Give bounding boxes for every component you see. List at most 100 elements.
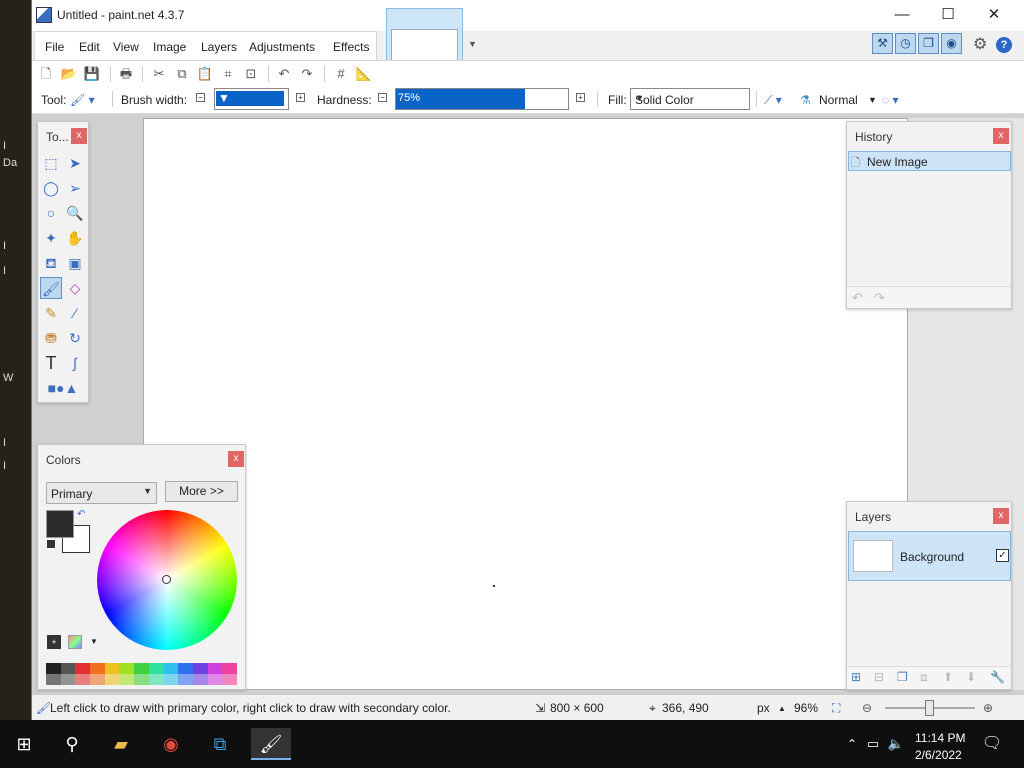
paintbrush-tool-icon[interactable]: 🖌 (40, 277, 62, 299)
palette-swatch[interactable] (104, 674, 120, 685)
palette-swatch[interactable] (178, 663, 193, 674)
primary-color-swatch[interactable] (46, 510, 74, 538)
paint-bucket-icon[interactable]: ⛾ (40, 252, 62, 274)
file-explorer-icon[interactable]: ▰ (105, 728, 137, 760)
chevron-down-icon[interactable]: ▼ (468, 39, 477, 49)
chevron-down-icon[interactable]: ▼ (635, 93, 745, 103)
palette-menu-icon[interactable] (68, 635, 82, 649)
palette-swatch[interactable] (192, 674, 208, 685)
gear-icon[interactable]: ⚙ (973, 34, 987, 54)
zoom-value[interactable]: 96% (794, 701, 818, 715)
chevron-down-icon[interactable]: ▼ (143, 486, 152, 496)
colors-toggle-icon[interactable]: ◉ (941, 33, 962, 54)
chevron-down-icon[interactable]: ▼ (216, 91, 284, 106)
clock-date[interactable]: 2/6/2022 (915, 748, 962, 762)
palette-swatch[interactable] (46, 674, 61, 685)
chrome-icon[interactable]: ◉ (155, 728, 187, 760)
delete-layer-icon[interactable]: ⊟ (874, 670, 884, 684)
history-toggle-icon[interactable]: ◷ (895, 33, 916, 54)
windows-start-icon[interactable]: ⊞ (8, 728, 40, 760)
palette-swatch[interactable] (148, 674, 164, 685)
menu-view[interactable]: View (113, 40, 139, 54)
line-curve-icon[interactable]: ∫ (64, 352, 86, 374)
move-layer-up-icon[interactable]: ⬆ (943, 670, 953, 684)
palette-swatch[interactable] (119, 674, 135, 685)
paste-icon[interactable]: 📋 (196, 65, 214, 83)
color-picker-icon[interactable]: ⁄ (64, 302, 86, 324)
paintnet-taskbar-icon[interactable]: 🖌 (251, 728, 291, 760)
ellipse-select-icon[interactable]: ○ (40, 202, 62, 224)
add-to-palette-icon[interactable]: + (47, 635, 61, 649)
history-item[interactable]: 🗋 New Image (848, 151, 1011, 171)
menu-layers[interactable]: Layers (201, 40, 237, 54)
reset-colors-icon[interactable] (46, 539, 56, 549)
tools-toggle-icon[interactable]: ⚒ (872, 33, 893, 54)
virtualbox-icon[interactable]: ⧉ (204, 728, 236, 760)
zoom-slider-thumb[interactable] (925, 700, 934, 716)
menu-adjustments[interactable]: Adjustments (249, 40, 315, 54)
ruler-icon[interactable]: 📐 (355, 65, 373, 83)
grid-icon[interactable]: # (332, 65, 350, 83)
palette-swatch[interactable] (134, 663, 149, 674)
selection-mode-icon[interactable]: ◌ ▾ (882, 93, 899, 107)
cut-icon[interactable]: ✂ (150, 65, 168, 83)
palette-swatch[interactable] (207, 663, 223, 674)
chevron-down-icon[interactable]: ▼ (868, 95, 877, 105)
palette-swatch[interactable] (222, 663, 237, 674)
rectangle-select-icon[interactable]: ⬚ (40, 152, 62, 174)
palette-swatch[interactable] (222, 674, 237, 685)
eraser-icon[interactable]: ◇ (64, 277, 86, 299)
palette-swatch[interactable] (60, 663, 76, 674)
open-icon[interactable]: 📂 (60, 65, 78, 83)
zoom-slider[interactable] (885, 700, 975, 716)
magic-wand-icon[interactable]: ✦ (40, 227, 62, 249)
zoom-in-icon[interactable]: ⊕ (983, 701, 993, 715)
palette-swatch[interactable] (104, 663, 120, 674)
blend-mode-icon[interactable]: ⚗ (800, 93, 811, 107)
palette-swatch[interactable] (192, 663, 208, 674)
palette-swatch[interactable] (148, 663, 164, 674)
palette-swatch[interactable] (90, 663, 105, 674)
palette-swatch[interactable] (75, 674, 91, 685)
gradient-icon[interactable]: ▣ (64, 252, 86, 274)
units-value[interactable]: px (757, 701, 770, 715)
palette-swatch[interactable] (163, 663, 179, 674)
brush-width-increase[interactable]: + (296, 93, 305, 102)
color-mode-combo[interactable]: Primary ▼ (46, 482, 157, 504)
brush-width-decrease[interactable]: − (196, 93, 205, 102)
print-icon[interactable]: 🖶 (117, 65, 135, 83)
hardness-increase[interactable]: + (576, 93, 585, 102)
zoom-icon[interactable]: 🔍 (64, 202, 86, 224)
palette-swatch[interactable] (134, 674, 149, 685)
volume-muted-icon[interactable]: 🔈 (880, 728, 912, 760)
search-icon[interactable]: ⚲ (56, 728, 88, 760)
menu-effects[interactable]: Effects (333, 40, 369, 54)
redo-icon[interactable]: ↷ (298, 65, 316, 83)
palette-swatch[interactable] (90, 674, 105, 685)
color-palette[interactable] (46, 663, 238, 685)
paintbrush-icon[interactable]: 🖌 ▾ (70, 93, 95, 107)
layer-row[interactable]: Background ✓ (848, 531, 1011, 581)
menu-image[interactable]: Image (153, 40, 186, 54)
hardness-slider[interactable]: 75% (395, 88, 569, 110)
palette-swatch[interactable] (163, 674, 179, 685)
pencil-icon[interactable]: ✎ (40, 302, 62, 324)
palette-swatch[interactable] (75, 663, 91, 674)
close-button[interactable]: ✕ (971, 0, 1017, 31)
layers-panel-close[interactable]: x (993, 508, 1009, 524)
lasso-select-icon[interactable]: ◯ (40, 177, 62, 199)
add-layer-icon[interactable]: ⊞ (851, 670, 861, 684)
undo-icon[interactable]: ↶ (852, 290, 863, 306)
move-layer-down-icon[interactable]: ⬇ (966, 670, 976, 684)
clone-stamp-icon[interactable]: ⛃ (40, 327, 62, 349)
move-selected-icon[interactable]: ➤ (64, 152, 86, 174)
palette-swatch[interactable] (46, 663, 61, 674)
crop-icon[interactable]: ⌗ (219, 65, 237, 83)
palette-swatch[interactable] (207, 674, 223, 685)
image-canvas[interactable] (143, 118, 908, 690)
hardness-decrease[interactable]: − (378, 93, 387, 102)
palette-swatch[interactable] (60, 674, 76, 685)
brush-width-combo[interactable]: 2▼ (214, 88, 289, 110)
layer-properties-icon[interactable]: 🔧 (990, 670, 1005, 684)
app-icon[interactable] (36, 7, 52, 23)
